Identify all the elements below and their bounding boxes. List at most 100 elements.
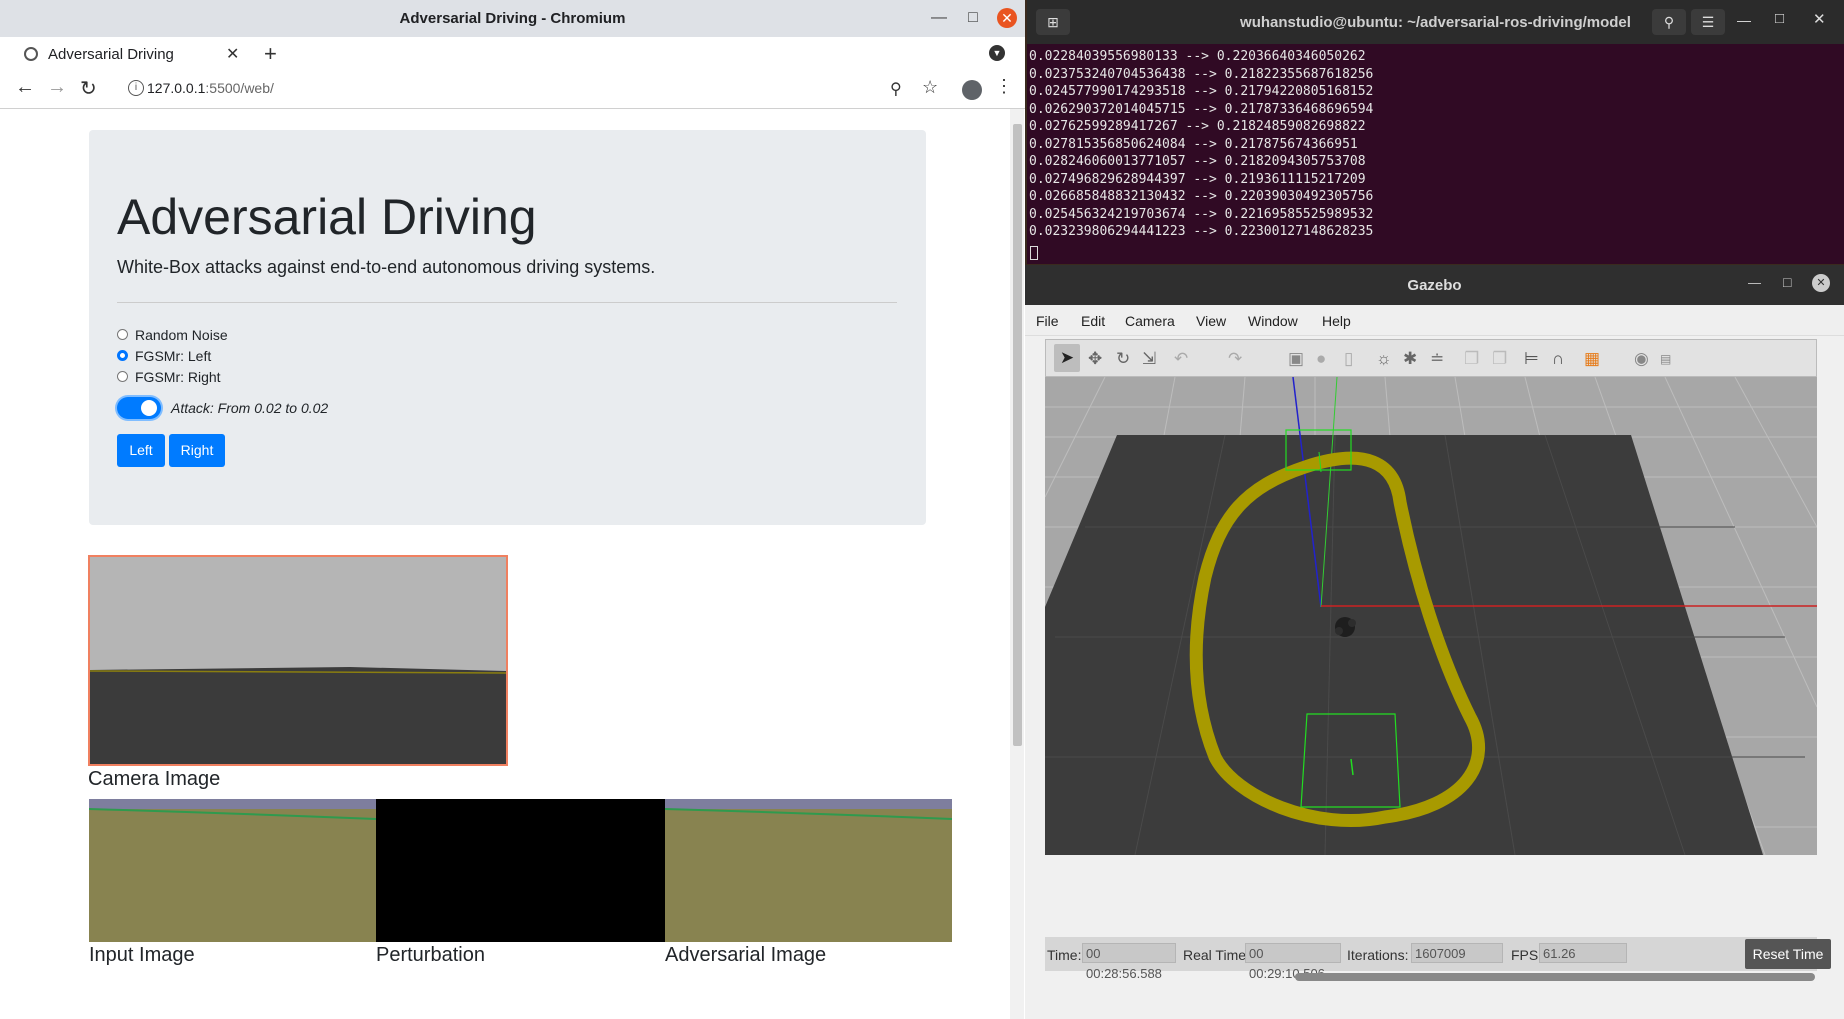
rotate-icon[interactable]: ↻ [1116,349,1130,369]
radio-button[interactable] [117,371,128,382]
browser-window-title: Adversarial Driving - Chromium [399,10,626,27]
profile-avatar-icon[interactable] [962,80,982,100]
terminal-output[interactable]: 0.02284039556980133 --> 0.22036640346050… [1029,48,1373,241]
search-icon[interactable]: ⚲ [1652,9,1686,35]
gazebo-hscrollbar[interactable] [1295,973,1815,981]
gazebo-window: Gazebo — □ ✕ File Edit Camera View Windo… [1025,265,1844,1019]
page-title: Adversarial Driving [117,189,537,245]
address-bar[interactable]: i 127.0.0.1:5500/web/ [116,75,946,103]
input-image [89,799,377,942]
terminal-line: 0.02762599289417267 --> 0.21824859082698… [1029,119,1366,134]
scrollbar-thumb[interactable] [1013,124,1022,746]
globe-icon [24,47,38,61]
menu-help[interactable]: Help [1322,313,1351,329]
page-lead: White-Box attacks against end-to-end aut… [117,257,656,277]
attack-toggle[interactable] [117,397,161,419]
new-tab-icon[interactable]: + [264,41,277,67]
attack-label: Attack: From 0.02 to 0.02 [171,400,329,416]
jumbotron: Adversarial Driving White-Box attacks ag… [89,130,926,525]
zoom-icon[interactable]: ⚲ [890,79,902,99]
select-arrow-icon[interactable]: ➤ [1054,344,1080,372]
url-text[interactable]: 127.0.0.1:5500/web/ [147,80,274,96]
cylinder-shape-icon[interactable]: ▯ [1344,349,1353,369]
close-icon[interactable]: ✕ [1813,10,1826,28]
radio-button[interactable] [117,329,128,340]
sphere-shape-icon[interactable]: ● [1316,349,1326,369]
left-button[interactable]: Left [117,434,165,467]
translate-icon[interactable]: ✥ [1088,349,1102,369]
sun-light-icon[interactable]: ☼ [1376,349,1392,369]
menu-view[interactable]: View [1196,313,1226,329]
spot-light-icon[interactable]: ≐ [1430,349,1444,369]
site-info-icon[interactable]: i [128,80,144,96]
undo-icon[interactable]: ↶ [1174,349,1188,369]
hamburger-menu-icon[interactable]: ☰ [1691,9,1725,35]
scale-icon[interactable]: ⇲ [1142,349,1156,369]
log-icon[interactable]: ▤ [1660,352,1671,366]
camera-caption: Camera Image [88,768,221,790]
radio-label: FGSMr: Left [135,348,212,364]
terminal-line: 0.027496829628944397 --> 0.2193611115217… [1029,171,1366,187]
reload-icon[interactable]: ↻ [80,76,97,101]
maximize-icon[interactable]: □ [964,9,982,27]
time-value: 00 00:28:56.588 [1082,943,1176,981]
terminal-line: 0.028246060013771057 --> 0.2182094305753… [1029,154,1366,169]
menu-window[interactable]: Window [1248,313,1298,329]
real-time-label: Real Time: [1183,947,1250,963]
tab-search-icon[interactable]: ▼ [989,45,1005,61]
terminal-line: 0.024577990174293518 --> 0.2179422080516… [1029,84,1374,99]
screenshot-camera-icon[interactable]: ◉ [1634,349,1649,369]
fps-value: 61.26 [1539,943,1627,963]
terminal-line: 0.026685848832130432 --> 0.2203903049230… [1029,189,1374,204]
point-light-icon[interactable]: ✱ [1403,349,1417,369]
menu-camera[interactable]: Camera [1125,313,1175,329]
forward-icon[interactable]: → [47,76,67,99]
align-icon[interactable]: ⊨ [1524,349,1539,369]
terminal-window: ⊞ wuhanstudio@ubuntu: ~/adversarial-ros-… [1027,0,1844,264]
back-icon[interactable]: ← [15,76,35,99]
input-caption: Input Image [89,944,195,966]
minimize-icon[interactable]: — [930,9,948,27]
time-label: Time: [1047,947,1082,963]
gazebo-title: Gazebo [1407,277,1462,294]
terminal-line: 0.023753240704536438 --> 0.2182235568761… [1029,66,1374,82]
iterations-value: 1607009 [1411,943,1503,963]
fps-label: FPS: [1511,947,1543,963]
paste-icon[interactable]: ❐ [1492,349,1507,369]
radio-label: FGSMr: Right [135,369,221,385]
right-button[interactable]: Right [169,434,225,467]
chromium-window: Adversarial Driving - Chromium — □ ✕ Adv… [0,0,1025,1019]
gazebo-statusbar: Time: 00 00:28:56.588 Real Time: 00 00:2… [1045,937,1831,981]
menu-kebab-icon[interactable]: ⋮ [995,76,1013,97]
browser-tab[interactable]: Adversarial Driving ✕ [12,37,247,71]
view-angle-icon[interactable]: ▦ [1584,349,1600,369]
minimize-icon[interactable]: — [1748,275,1761,290]
page-scrollbar[interactable] [1010,109,1024,1019]
perturbation-image [376,799,665,942]
radio-button[interactable] [117,350,128,361]
browser-toolbar: ← → ↻ i 127.0.0.1:5500/web/ ⚲ ☆ ⋮ [0,71,1025,109]
maximize-icon[interactable]: □ [1775,10,1784,27]
minimize-icon[interactable]: — [1737,12,1751,28]
tab-close-icon[interactable]: ✕ [226,44,239,64]
copy-icon[interactable]: ❐ [1464,349,1479,369]
menu-edit[interactable]: Edit [1081,313,1105,329]
gazebo-titlebar: Gazebo — □ ✕ [1025,265,1844,305]
toggle-knob [141,400,157,416]
perturbation-caption: Perturbation [376,944,485,966]
snap-magnet-icon[interactable]: ∩ [1552,349,1564,369]
bookmark-star-icon[interactable]: ☆ [922,77,938,98]
maximize-icon[interactable]: □ [1783,274,1791,290]
redo-icon[interactable]: ↷ [1228,349,1242,369]
3d-viewport[interactable] [1045,377,1817,855]
close-icon[interactable]: ✕ [997,8,1017,28]
menu-file[interactable]: File [1036,313,1059,329]
reset-time-button[interactable]: Reset Time [1745,939,1831,969]
terminal-line: 0.023239806294441223 --> 0.2230012714862… [1029,224,1374,239]
adversarial-caption: Adversarial Image [665,944,827,966]
camera-scene [90,557,506,764]
box-shape-icon[interactable]: ▣ [1288,349,1304,369]
divider [117,302,897,303]
scene-render [1045,377,1817,855]
close-icon[interactable]: ✕ [1812,274,1830,292]
